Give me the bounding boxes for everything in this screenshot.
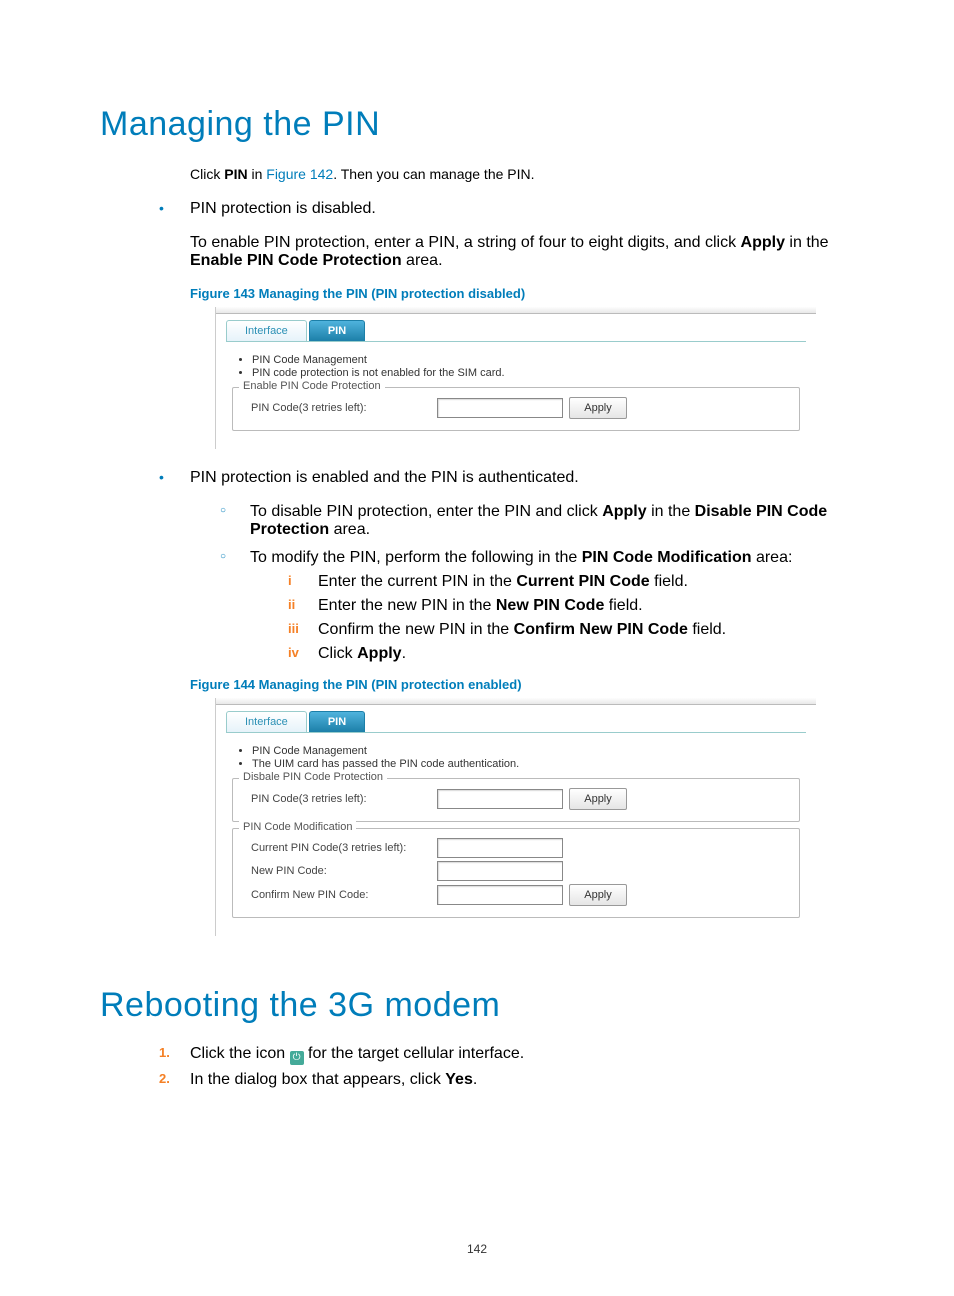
txt: area. xyxy=(329,521,370,538)
step-number: iii xyxy=(288,621,299,636)
apply-button[interactable]: Apply xyxy=(569,884,627,906)
input-pin-code[interactable] xyxy=(437,789,563,809)
txt: in the xyxy=(785,234,829,251)
input-pin-code[interactable] xyxy=(437,398,563,418)
txt: for the target cellular interface. xyxy=(308,1045,524,1062)
bullet-text: PIN protection is disabled. xyxy=(190,200,854,218)
step-number: 1. xyxy=(159,1045,170,1060)
bullet-pin-disabled: PIN protection is disabled. To enable PI… xyxy=(145,200,854,449)
tab-pin[interactable]: PIN xyxy=(309,711,365,732)
figure-144-image: Interface PIN PIN Code Management The UI… xyxy=(215,698,816,936)
intro-text: . Then you can manage the PIN. xyxy=(333,166,534,182)
txt: . xyxy=(473,1071,477,1088)
label-current-pin: Current PIN Code(3 retries left): xyxy=(241,842,431,854)
txt: Enter the new PIN in the xyxy=(318,597,496,614)
status-line: PIN Code Management xyxy=(252,745,800,757)
step-i: i Enter the current PIN in the Current P… xyxy=(280,573,854,591)
txt: To disable PIN protection, enter the PIN… xyxy=(250,503,602,520)
step-number: ii xyxy=(288,597,295,612)
figure-143-image: Interface PIN PIN Code Management PIN co… xyxy=(215,307,816,449)
heading-rebooting-3g: Rebooting the 3G modem xyxy=(100,986,854,1025)
txt: To modify the PIN, perform the following… xyxy=(250,549,582,566)
txt: In the dialog box that appears, click xyxy=(190,1071,445,1088)
tab-interface[interactable]: Interface xyxy=(226,320,307,341)
step-iii: iii Confirm the new PIN in the Confirm N… xyxy=(280,621,854,639)
step-number: i xyxy=(288,573,292,588)
apply-button[interactable]: Apply xyxy=(569,397,627,419)
txt: To enable PIN protection, enter a PIN, a… xyxy=(190,234,741,251)
yes-bold: Yes xyxy=(445,1071,473,1088)
txt: in the xyxy=(647,503,695,520)
txt: Enter the current PIN in the xyxy=(318,573,516,590)
tab-pin[interactable]: PIN xyxy=(309,320,365,341)
figure-143-caption: Figure 143 Managing the PIN (PIN protect… xyxy=(190,286,854,301)
legend-disable-pin: Disbale PIN Code Protection xyxy=(239,771,387,783)
sub-disable: To disable PIN protection, enter the PIN… xyxy=(220,503,854,539)
intro-text: in xyxy=(248,166,267,182)
label-pin-code: PIN Code(3 retries left): xyxy=(241,402,431,414)
bullet-text: PIN protection is enabled and the PIN is… xyxy=(190,469,854,487)
step-ii: ii Enter the new PIN in the New PIN Code… xyxy=(280,597,854,615)
link-figure-142[interactable]: Figure 142 xyxy=(266,166,333,182)
legend-enable-pin: Enable PIN Code Protection xyxy=(239,380,385,392)
field-bold: Confirm New PIN Code xyxy=(514,621,688,638)
status-line: The UIM card has passed the PIN code aut… xyxy=(252,758,800,770)
txt: field. xyxy=(604,597,642,614)
mod-area-bold: PIN Code Modification xyxy=(582,549,752,566)
txt: field. xyxy=(688,621,726,638)
label-confirm-pin: Confirm New PIN Code: xyxy=(241,889,431,901)
step-2: 2. In the dialog box that appears, click… xyxy=(145,1071,854,1089)
intro-text: Click xyxy=(190,166,224,182)
page-number: 142 xyxy=(0,1242,954,1256)
apply-button[interactable]: Apply xyxy=(569,788,627,810)
figure-144-caption: Figure 144 Managing the PIN (PIN protect… xyxy=(190,677,854,692)
label-pin-code: PIN Code(3 retries left): xyxy=(241,793,431,805)
field-bold: Current PIN Code xyxy=(516,573,649,590)
txt: area. xyxy=(402,252,443,269)
input-current-pin[interactable] xyxy=(437,838,563,858)
status-line: PIN Code Management xyxy=(252,354,800,366)
input-confirm-pin[interactable] xyxy=(437,885,563,905)
intro-paragraph: Click PIN in Figure 142. Then you can ma… xyxy=(190,164,854,184)
apply-bold: Apply xyxy=(357,645,401,662)
bullet-pin-enabled: PIN protection is enabled and the PIN is… xyxy=(145,469,854,936)
apply-bold: Apply xyxy=(602,503,646,520)
step-iv: iv Click Apply. xyxy=(280,645,854,663)
txt: Click the icon xyxy=(190,1045,290,1062)
fieldset-pin-modification: PIN Code Modification Current PIN Code(3… xyxy=(232,828,800,918)
intro-pin-bold: PIN xyxy=(224,166,247,182)
tab-interface[interactable]: Interface xyxy=(226,711,307,732)
txt: . xyxy=(402,645,406,662)
label-new-pin: New PIN Code: xyxy=(241,865,431,877)
legend-pin-modification: PIN Code Modification xyxy=(239,821,356,833)
fieldset-enable-pin: Enable PIN Code Protection PIN Code(3 re… xyxy=(232,387,800,431)
txt: field. xyxy=(650,573,688,590)
apply-bold: Apply xyxy=(741,234,785,251)
step-number: 2. xyxy=(159,1071,170,1086)
status-line: PIN code protection is not enabled for t… xyxy=(252,367,800,379)
enable-instructions: To enable PIN protection, enter a PIN, a… xyxy=(190,234,854,270)
sub-modify: To modify the PIN, perform the following… xyxy=(220,549,854,663)
txt: Confirm the new PIN in the xyxy=(318,621,514,638)
field-bold: New PIN Code xyxy=(496,597,604,614)
step-number: iv xyxy=(288,645,299,660)
power-icon: ⏻ xyxy=(290,1051,304,1065)
fieldset-disable-pin: Disbale PIN Code Protection PIN Code(3 r… xyxy=(232,778,800,822)
txt: area: xyxy=(752,549,793,566)
step-1: 1. Click the icon ⏻ for the target cellu… xyxy=(145,1045,854,1065)
txt: Click xyxy=(318,645,357,662)
input-new-pin[interactable] xyxy=(437,861,563,881)
enable-area-bold: Enable PIN Code Protection xyxy=(190,252,402,269)
heading-managing-pin: Managing the PIN xyxy=(100,105,854,144)
